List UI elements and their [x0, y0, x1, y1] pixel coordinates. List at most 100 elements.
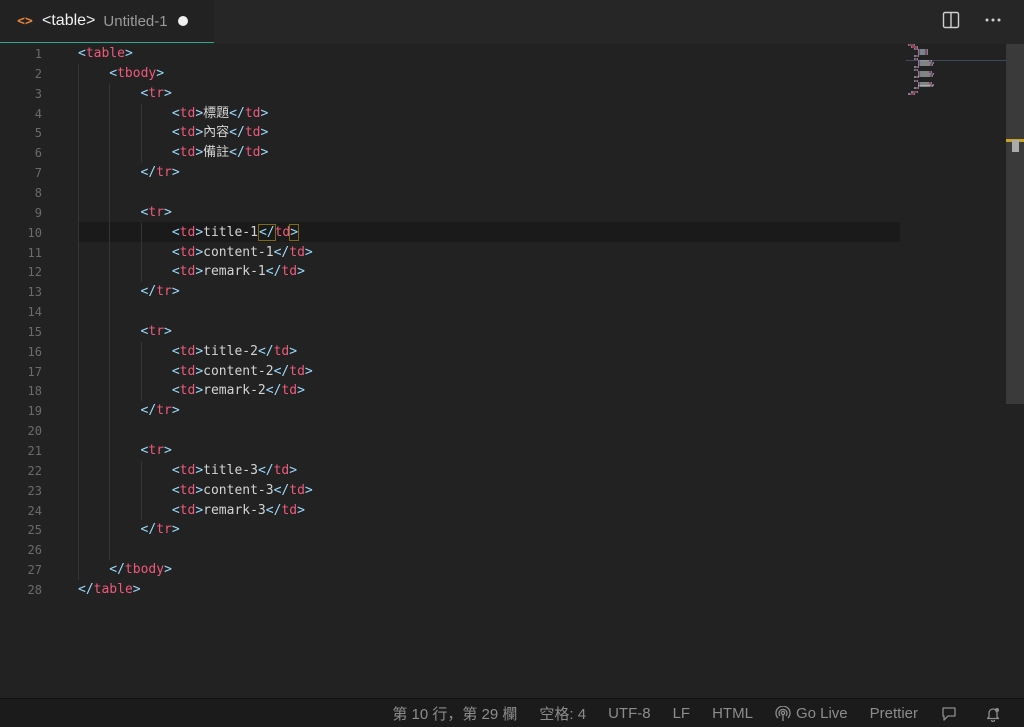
minimap-token: [926, 53, 928, 55]
tag-bracket: >: [156, 65, 165, 81]
tag-bracket: <: [171, 264, 180, 280]
tag-bracket: >: [171, 522, 180, 538]
tag-name: td: [289, 363, 305, 379]
tag-bracket: >: [297, 383, 305, 399]
code-line[interactable]: <tr>: [141, 84, 172, 104]
tag-bracket: <: [171, 462, 180, 478]
tag-bracket: >: [195, 244, 204, 260]
editor-tab[interactable]: <> <table> Untitled-1: [0, 0, 214, 44]
tag-name: td: [273, 462, 290, 478]
tag-name: td: [179, 343, 196, 359]
code-line[interactable]: <table>: [78, 44, 133, 64]
tag-name: tr: [156, 522, 172, 538]
code-line[interactable]: <td>title-3</td>: [172, 461, 297, 481]
code-line[interactable]: <td>title-2</td>: [172, 342, 297, 362]
tag-bracket: >: [260, 145, 269, 161]
text-content: 內容: [203, 125, 230, 141]
tag-bracket: </: [140, 165, 157, 181]
code-line[interactable]: <tbody>: [109, 64, 164, 84]
language-mode[interactable]: HTML: [701, 699, 764, 727]
line-number: 11: [27, 245, 42, 260]
code-line[interactable]: <td>內容</td>: [172, 123, 268, 143]
code-line[interactable]: </tr>: [141, 163, 180, 183]
tag-bracket: <: [171, 363, 180, 379]
cursor-position[interactable]: 第 10 行，第 29 欄: [381, 699, 528, 727]
go-live-button[interactable]: Go Live: [764, 699, 859, 727]
tag-name: tr: [148, 204, 165, 220]
scrollbar-position-marker: [1012, 140, 1019, 152]
code-line[interactable]: <td>remark-2</td>: [172, 381, 305, 401]
code-line[interactable]: <tr>: [141, 322, 172, 342]
code-line[interactable]: <td>備註</td>: [172, 143, 268, 163]
line-number: 13: [27, 285, 42, 300]
minimap-token: [932, 63, 934, 66]
code-editor[interactable]: 1 2 3 4 5 6 7 8 9 10 11 12 13 14 15 16 17 18 19 20 21 22 23 24 2…: [0, 44, 1024, 698]
tag-name: tr: [148, 443, 165, 458]
tag-bracket: >: [195, 482, 204, 498]
line-number: 12: [27, 265, 42, 280]
tag-bracket: >: [304, 482, 313, 498]
code-line[interactable]: </tbody>: [109, 560, 172, 580]
line-number: 7: [34, 166, 42, 181]
tab-description: Untitled-1: [103, 12, 168, 30]
code-line[interactable]: <tr>: [141, 203, 172, 223]
unsaved-dot-icon[interactable]: [177, 16, 188, 26]
code-line[interactable]: </tr>: [141, 282, 180, 302]
feedback-button[interactable]: [929, 699, 974, 727]
prettier-button[interactable]: Prettier: [859, 699, 929, 727]
line-number: 24: [27, 503, 42, 518]
code-line[interactable]: <td>title-1</td>: [172, 223, 300, 243]
tag-name: td: [244, 145, 261, 161]
notifications-button[interactable]: [974, 699, 1024, 727]
line-number: 26: [27, 543, 42, 558]
code-line[interactable]: <tr>: [141, 441, 172, 461]
tag-bracket: >: [297, 502, 305, 518]
eol-setting[interactable]: LF: [662, 699, 702, 727]
tab-title: <table>: [42, 12, 96, 29]
tag-bracket: <: [109, 65, 118, 81]
code-line[interactable]: </tr>: [141, 401, 180, 421]
feedback-icon: [942, 706, 956, 721]
notification-bell-icon: [986, 707, 1000, 722]
minimap-row: [917, 63, 934, 66]
code-content[interactable]: <table> <tbody> <tr> <td>標題</td> <td>內容</td>…: [78, 44, 900, 698]
tag-name: td: [179, 462, 196, 478]
tag-bracket: </: [229, 125, 245, 141]
tag-bracket: >: [195, 462, 204, 478]
encoding-setting[interactable]: UTF-8: [597, 699, 662, 727]
text-content: 備註: [203, 145, 230, 161]
tag-bracket: >: [195, 343, 204, 359]
minimap-token: [917, 54, 919, 57]
tag-bracket: <: [171, 145, 180, 161]
tag-bracket: </: [78, 581, 94, 597]
more-actions-icon[interactable]: [982, 9, 1004, 31]
text-content: remark-1: [203, 264, 266, 280]
code-line[interactable]: <td>remark-3</td>: [172, 501, 305, 521]
vertical-scrollbar[interactable]: [1006, 44, 1024, 404]
code-line[interactable]: <td>content-3</td>: [172, 481, 313, 501]
tag-bracket: >: [171, 165, 180, 181]
line-number: 2: [34, 66, 42, 81]
code-line[interactable]: </table>: [78, 580, 141, 600]
text-content: remark-2: [203, 383, 266, 399]
code-line[interactable]: <td>標題</td>: [172, 104, 268, 124]
go-live-label: Go Live: [795, 705, 848, 722]
cursor-position-label: 第 10 行，第 29 欄: [392, 706, 518, 723]
tag-bracket: </: [265, 502, 282, 518]
line-number: 23: [27, 483, 42, 498]
code-line[interactable]: <td>remark-1</td>: [172, 262, 305, 282]
tag-name: td: [179, 264, 196, 280]
code-line[interactable]: </tr>: [141, 520, 180, 540]
tag-bracket: <: [171, 482, 180, 498]
code-line[interactable]: <td>content-1</td>: [172, 243, 313, 263]
indentation-setting[interactable]: 空格: 4: [528, 699, 597, 727]
code-line[interactable]: <td>content-2</td>: [172, 362, 313, 382]
tag-bracket: >: [195, 383, 204, 399]
tag-name: td: [281, 383, 298, 399]
tag-name: td: [179, 244, 196, 260]
tag-name: td: [289, 244, 305, 260]
line-number: 28: [27, 582, 42, 597]
split-editor-icon[interactable]: [940, 9, 962, 31]
minimap[interactable]: [906, 44, 1006, 698]
tag-name: table: [85, 46, 125, 61]
